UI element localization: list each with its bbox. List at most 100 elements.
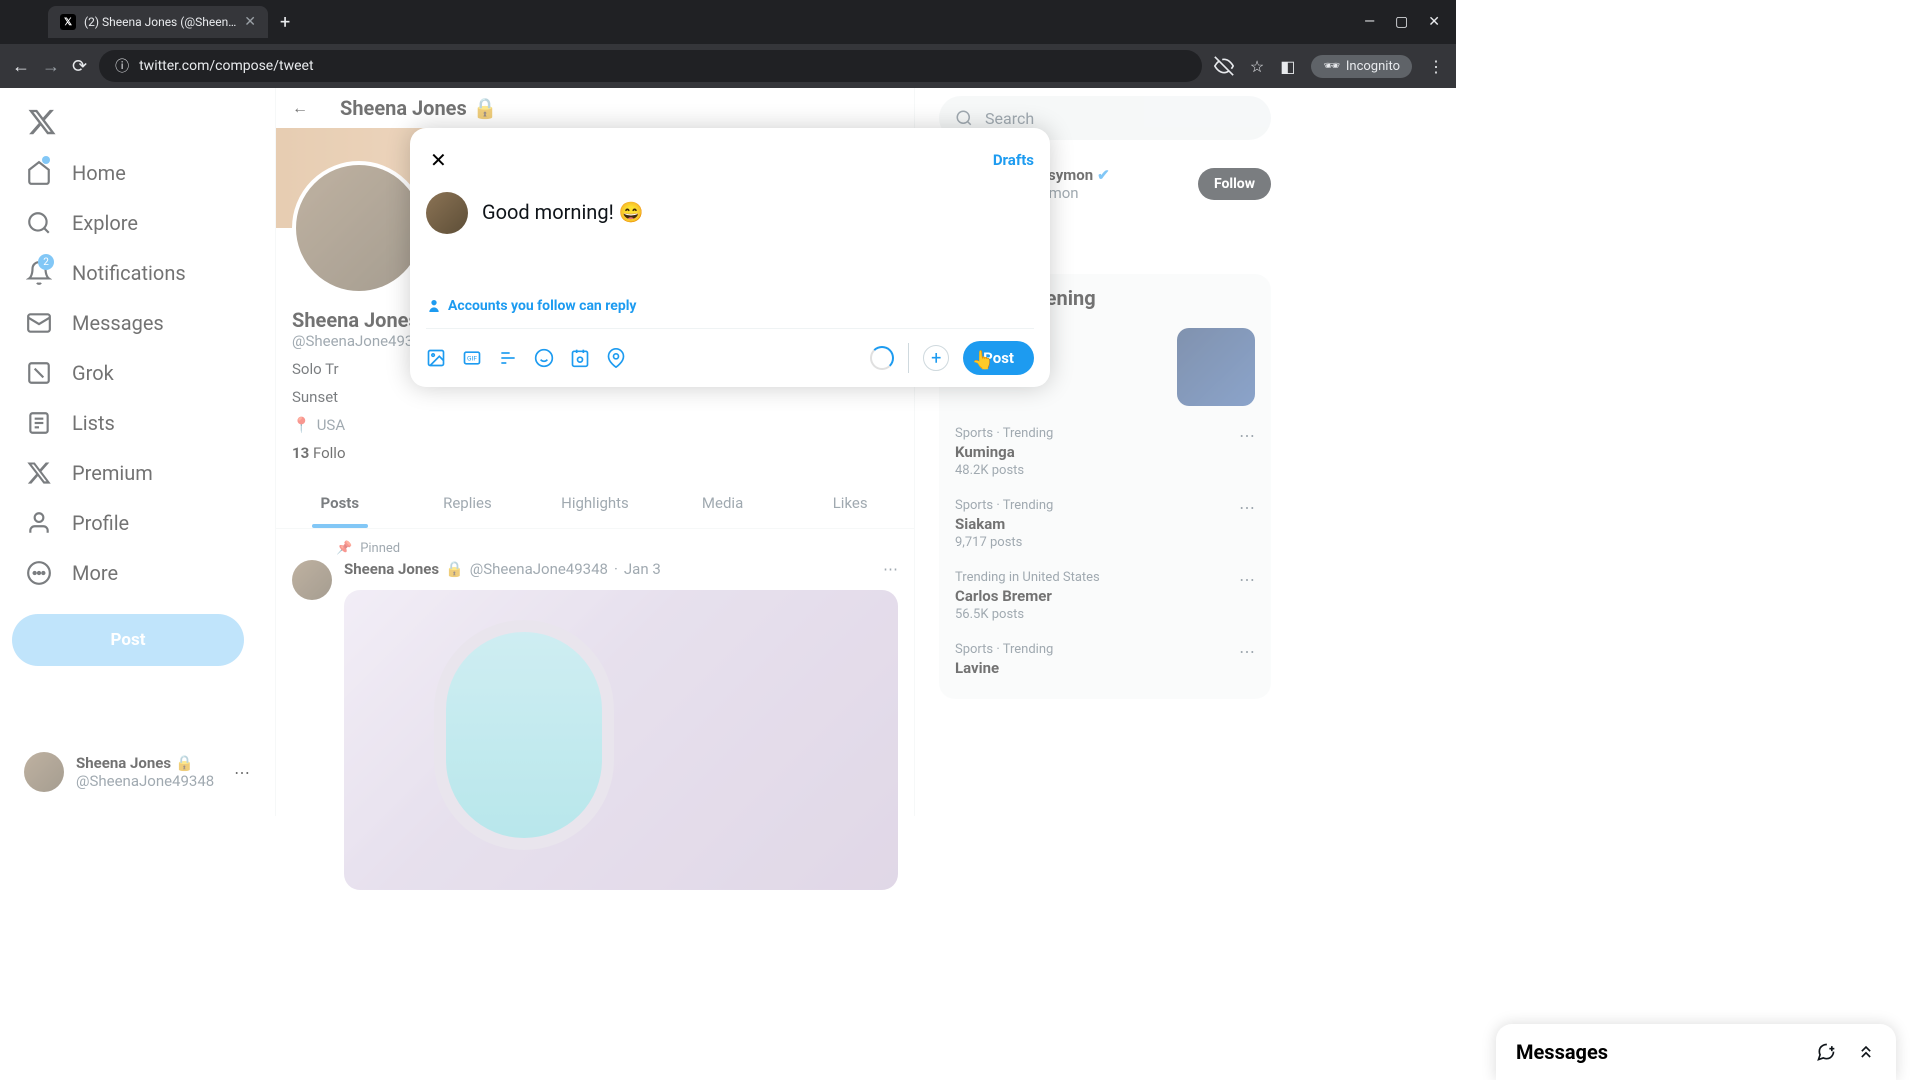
browser-titlebar: 𝕏 (2) Sheena Jones (@SheenaJon… ✕ + — ▢ … — [0, 0, 1456, 44]
tab-likes[interactable]: Likes — [786, 478, 914, 528]
lock-icon: 🔒 — [473, 96, 498, 120]
pin-icon: 📌 — [336, 541, 352, 556]
profile-header: ← Sheena Jones 🔒 — [276, 88, 914, 128]
site-info-icon[interactable]: ⓘ — [115, 56, 129, 76]
drafts-link[interactable]: Drafts — [993, 151, 1034, 169]
add-thread-button[interactable]: + — [923, 345, 949, 371]
tab-media[interactable]: Media — [659, 478, 787, 528]
compose-textarea[interactable]: Good morning! 😄 — [482, 192, 644, 234]
schedule-icon[interactable] — [570, 348, 590, 368]
pinned-label: 📌 Pinned — [276, 529, 914, 556]
profile-name: Sheena Jones — [340, 96, 467, 120]
profile-avatar[interactable] — [292, 161, 426, 295]
reply-setting[interactable]: Accounts you follow can reply — [426, 294, 1034, 329]
more-icon[interactable]: ⋯ — [1239, 642, 1255, 661]
bookmark-star-icon[interactable]: ☆ — [1250, 57, 1264, 76]
more-icon[interactable]: ⋯ — [1239, 570, 1255, 589]
tab-highlights[interactable]: Highlights — [531, 478, 659, 528]
x-logo[interactable] — [16, 96, 68, 148]
emoji-icon[interactable] — [534, 348, 554, 368]
x-favicon: 𝕏 — [60, 14, 76, 30]
lock-icon: 🔒 — [445, 560, 464, 578]
profile-tabs: Posts Replies Highlights Media Likes — [276, 478, 914, 529]
tab-posts[interactable]: Posts — [276, 478, 404, 528]
nav-messages[interactable]: Messages — [12, 298, 263, 348]
messages-drawer[interactable]: Messages — [1496, 1024, 1896, 1080]
reload-button[interactable]: ⟳ — [72, 56, 87, 77]
media-icon[interactable] — [426, 348, 446, 368]
address-bar[interactable]: ⓘ twitter.com/compose/tweet — [99, 50, 1202, 82]
location-icon[interactable] — [606, 348, 626, 368]
close-tab-icon[interactable]: ✕ — [244, 14, 256, 30]
close-modal-button[interactable]: ✕ — [426, 144, 451, 176]
nav-profile-label: Profile — [72, 511, 129, 535]
maximize-icon[interactable]: ▢ — [1395, 14, 1408, 30]
incognito-badge[interactable]: 🕶 Incognito — [1311, 55, 1412, 78]
home-icon — [26, 160, 52, 186]
avatar — [24, 752, 64, 792]
trend-item[interactable]: Sports · Trending Kuminga 48.2K posts ⋯ — [955, 416, 1255, 488]
nav-lists[interactable]: Lists — [12, 398, 263, 448]
nav-premium-label: Premium — [72, 461, 153, 485]
nav-notifications[interactable]: 2 Notifications — [12, 248, 263, 298]
grok-icon — [26, 360, 52, 386]
nav-home[interactable]: Home — [12, 148, 263, 198]
url-text: twitter.com/compose/tweet — [139, 58, 313, 74]
verified-badge-icon: ✔ — [1097, 166, 1110, 184]
more-circle-icon — [26, 560, 52, 586]
account-name: Sheena Jones 🔒 — [76, 754, 222, 772]
event-thumbnail — [1177, 328, 1255, 406]
nav-more-label: More — [72, 561, 118, 585]
nav-premium[interactable]: Premium — [12, 448, 263, 498]
new-message-icon[interactable] — [1816, 1042, 1836, 1062]
eye-off-icon[interactable] — [1214, 56, 1234, 76]
messages-title: Messages — [1516, 1040, 1608, 1064]
pinned-tweet[interactable]: Sheena Jones 🔒 @SheenaJone49348 · Jan 3 … — [276, 556, 914, 902]
account-switcher[interactable]: Sheena Jones 🔒 @SheenaJone49348 ⋯ — [12, 740, 262, 804]
back-button[interactable]: ← — [12, 56, 30, 77]
nav-grok-label: Grok — [72, 361, 114, 385]
close-window-icon[interactable]: ✕ — [1428, 14, 1440, 30]
nav-explore-label: Explore — [72, 211, 138, 235]
nav-grok[interactable]: Grok — [12, 348, 263, 398]
trend-item[interactable]: Trending in United States Carlos Bremer … — [955, 560, 1255, 632]
avatar[interactable] — [292, 560, 332, 600]
forward-button[interactable]: → — [42, 56, 60, 77]
more-icon[interactable]: ⋯ — [883, 560, 898, 578]
more-icon[interactable]: ⋯ — [1239, 498, 1255, 517]
post-submit-button[interactable]: Post — [963, 341, 1034, 375]
more-icon[interactable]: ⋯ — [1239, 426, 1255, 445]
browser-tab[interactable]: 𝕏 (2) Sheena Jones (@SheenaJon… ✕ — [48, 6, 268, 38]
location-pin-icon: 📍 — [292, 416, 311, 434]
menu-icon[interactable]: ⋮ — [1428, 57, 1444, 76]
notification-badge: 2 — [38, 254, 54, 270]
follow-button[interactable]: Follow — [1198, 168, 1271, 200]
tweet-image[interactable] — [344, 590, 898, 890]
divider — [908, 343, 909, 373]
panel-icon[interactable]: ◧ — [1280, 57, 1295, 76]
trend-item[interactable]: Sports · Trending Siakam 9,717 posts ⋯ — [955, 488, 1255, 560]
nav-explore[interactable]: Explore — [12, 198, 263, 248]
back-arrow-icon[interactable]: ← — [292, 98, 308, 118]
tab-replies[interactable]: Replies — [404, 478, 532, 528]
character-count — [870, 346, 894, 370]
expand-up-icon[interactable] — [1856, 1042, 1876, 1062]
nav-lists-label: Lists — [72, 411, 115, 435]
home-dot-badge — [42, 156, 50, 164]
trend-item[interactable]: Sports · Trending Lavine ⋯ — [955, 632, 1255, 687]
minimize-icon[interactable]: — — [1364, 14, 1375, 30]
avatar — [426, 192, 468, 234]
person-icon — [26, 510, 52, 536]
sidebar: Home Explore 2 Notifications Messages Gr… — [0, 88, 275, 816]
search-icon — [26, 210, 52, 236]
nav-profile[interactable]: Profile — [12, 498, 263, 548]
new-tab-button[interactable]: + — [272, 12, 298, 33]
nav-more[interactable]: More — [12, 548, 263, 598]
gif-icon[interactable]: GIF — [462, 348, 482, 368]
sidebar-post-button[interactable]: Post — [12, 614, 244, 666]
search-icon — [955, 109, 973, 127]
search-placeholder: Search — [985, 109, 1034, 128]
poll-icon[interactable] — [498, 348, 518, 368]
more-icon[interactable]: ⋯ — [234, 763, 250, 782]
account-handle: @SheenaJone49348 — [76, 772, 222, 790]
